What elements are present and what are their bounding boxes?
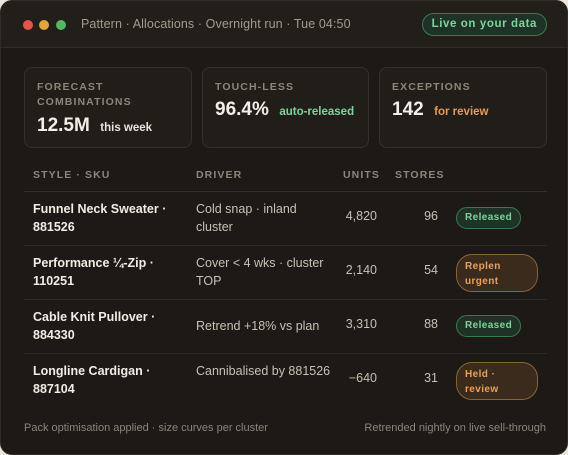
kpi-value: 96.4%	[215, 99, 269, 120]
footer-note-left: Pack optimisation applied · size curves …	[24, 422, 268, 434]
column-header-stores[interactable]: Stores	[395, 169, 445, 181]
kpi-note: for review	[434, 106, 489, 118]
table-row[interactable]: Cable Knit Pullover · 884330 Retrend +18…	[24, 300, 547, 354]
kpi-value: 142	[392, 99, 424, 120]
table-row[interactable]: Performance ¼-Zip · 110251 Cover < 4 wks…	[24, 246, 547, 300]
driver-cell: Cannibalised by 881526	[196, 364, 331, 378]
kpi-value: 12.5M	[37, 115, 90, 136]
kpi-note: this week	[100, 122, 153, 134]
units-cell: 2,140	[345, 263, 377, 277]
table-row[interactable]: Funnel Neck Sweater · 881526 Cold snap ·…	[24, 192, 547, 246]
window-title: Pattern · Allocations · Overnight run · …	[81, 17, 351, 31]
style-sku-cell: Performance ¼-Zip · 110251	[33, 256, 154, 288]
kpi-label: Exceptions	[392, 81, 471, 93]
title-bar: Pattern · Allocations · Overnight run · …	[1, 1, 567, 48]
footer-note-right: Retrended nightly on live sell-through	[364, 422, 546, 434]
status-badge[interactable]: Held · review	[456, 362, 538, 400]
kpi-label: Touch-less	[215, 81, 295, 93]
stores-cell: 88	[424, 317, 438, 331]
maximize-window-button[interactable]	[56, 20, 66, 30]
stores-cell: 96	[424, 209, 438, 223]
units-cell: 3,310	[345, 317, 377, 331]
kpi-card-exceptions[interactable]: Exceptions 142 for review	[379, 67, 547, 148]
status-badge[interactable]: Released	[456, 315, 522, 337]
style-sku-cell: Cable Knit Pullover · 884330	[33, 310, 156, 342]
close-window-button[interactable]	[23, 20, 33, 30]
units-cell: 4,820	[345, 209, 377, 223]
status-badge[interactable]: Replen urgent	[456, 254, 538, 292]
style-sku-cell: Funnel Neck Sweater · 881526	[33, 202, 167, 234]
column-header-driver[interactable]: Driver	[196, 169, 242, 181]
live-data-badge[interactable]: Live on your data	[421, 13, 547, 36]
kpi-note: auto-released	[279, 106, 355, 118]
status-badge[interactable]: Released	[456, 207, 522, 229]
column-header-style[interactable]: Style · SKU	[33, 169, 110, 181]
kpi-label: Forecast combinations	[37, 81, 132, 108]
kpi-card-touchless: Touch-less 96.4% auto-released	[202, 67, 369, 148]
column-header-units[interactable]: Units	[343, 169, 380, 181]
stores-cell: 31	[424, 371, 438, 385]
minimize-window-button[interactable]	[39, 20, 49, 30]
kpi-card-forecast: Forecast combinations 12.5M this week	[24, 67, 192, 148]
driver-cell: Cold snap · inland cluster	[196, 202, 297, 234]
table-header: Style · SKU Driver Units Stores	[24, 163, 547, 192]
driver-cell: Cover < 4 wks · cluster TOP	[196, 256, 324, 288]
table-row[interactable]: Longline Cardigan · 887104 Cannibalised …	[24, 354, 547, 408]
driver-cell: Retrend +18% vs plan	[196, 319, 320, 333]
stores-cell: 54	[424, 263, 438, 277]
app-window: Pattern · Allocations · Overnight run · …	[0, 0, 568, 455]
style-sku-cell: Longline Cardigan · 887104	[33, 364, 151, 396]
units-cell: −640	[348, 371, 377, 385]
